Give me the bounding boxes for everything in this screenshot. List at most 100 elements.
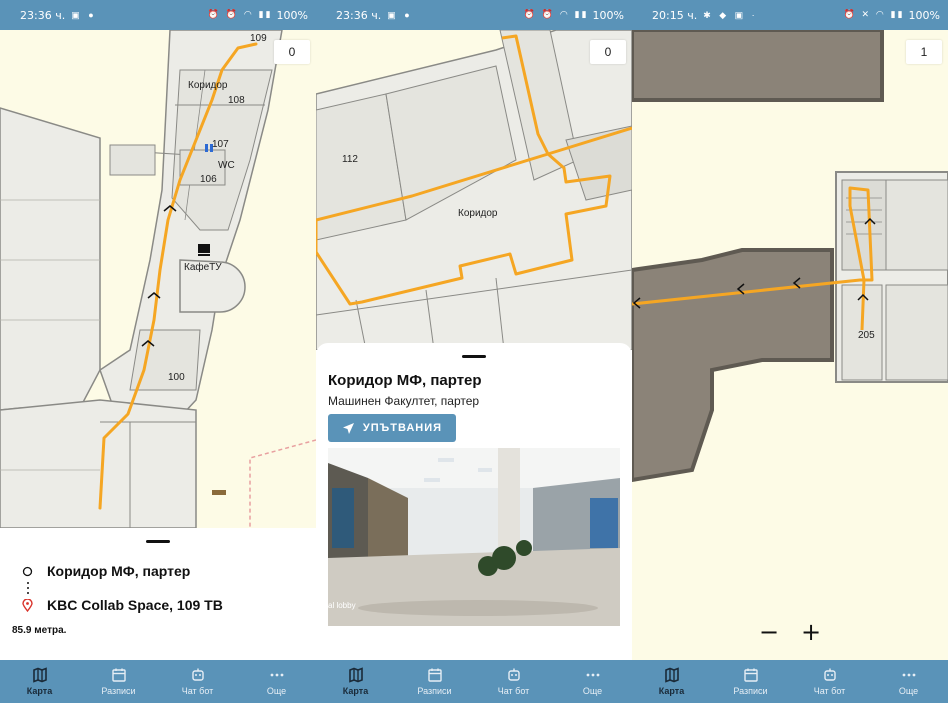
status-bar: 20:15 ч. ✱ ◆ ▣ · ⏰ ✕ ◠ ▮▮ 100% [632, 0, 948, 30]
more-icon [586, 673, 599, 677]
place-subtitle: Машинен Факултет, партер [328, 394, 480, 408]
nav-schedules[interactable]: Разписи [711, 660, 790, 703]
phone-screen-place: 23:36 ч. ▣ ● ⏰ ⏰ ◠ ▮▮ 100% 112 Коридор 0… [316, 0, 632, 703]
zoom-out-button[interactable]: − [755, 618, 783, 646]
room-label-corridor: Коридор [188, 80, 228, 91]
photo-caption: al lobby [328, 601, 356, 610]
nav-schedules-label: Разписи [101, 686, 136, 696]
nav-map[interactable]: Карта [0, 660, 79, 703]
room-label-100: 100 [168, 372, 185, 383]
room-label-108: 108 [228, 95, 245, 106]
battery-level: 100% [908, 8, 940, 22]
zoom-in-button[interactable]: + [797, 618, 825, 646]
map-icon [664, 667, 679, 683]
three-screenshot-collage: 23:36 ч. ▣ ● ⏰ ⏰ ◠ ▮▮ 100% 109 Коридор 1… [0, 0, 948, 703]
nav-chatbot[interactable]: Чат бот [158, 660, 237, 703]
floor-selector[interactable]: 1 [906, 40, 942, 64]
sheet-handle[interactable] [146, 540, 170, 543]
nav-chatbot-label: Чат бот [813, 686, 846, 696]
route-sheet[interactable]: Коридор МФ, партер KBC Collab Space, 109… [0, 528, 316, 660]
nav-chatbot[interactable]: Чат бот [790, 660, 869, 703]
sheet-handle[interactable] [462, 355, 486, 358]
nav-chatbot-label: Чат бот [497, 686, 530, 696]
room-label-wc: WC [218, 160, 235, 171]
place-photo[interactable]: al lobby [328, 448, 620, 626]
battery-level: 100% [276, 8, 308, 22]
directions-button[interactable]: УПЪТВАНИЯ [328, 414, 456, 442]
status-right: ⏰ ⏰ ◠ ▮▮ 100% [208, 9, 308, 22]
floor-plan: 109 103 Коридор 108 107 WC 106 КафеТУ 10… [0, 30, 316, 528]
indoor-map[interactable]: 112 Коридор [316, 30, 632, 350]
floor-plan: 112 Коридор [316, 30, 632, 350]
indoor-map[interactable]: 205 [632, 30, 948, 660]
room-label-cafe: КафеТУ [184, 261, 222, 273]
floor-selector[interactable]: 0 [590, 40, 626, 64]
battery-level: 100% [592, 8, 624, 22]
room-label-109: 109 [250, 33, 267, 44]
room-label-107: 107 [212, 139, 229, 150]
room-label-corridor: Коридор [458, 208, 498, 219]
nav-map[interactable]: Карта [632, 660, 711, 703]
nav-chatbot[interactable]: Чат бот [474, 660, 553, 703]
notification-icons: ▣ ● [387, 9, 413, 20]
route-origin[interactable]: Коридор МФ, партер [0, 563, 316, 579]
nav-map-label: Карта [658, 686, 685, 696]
room-label-103: 103 [190, 30, 207, 33]
nav-schedules[interactable]: Разписи [395, 660, 474, 703]
room-label-106: 106 [200, 174, 217, 185]
nav-chatbot-label: Чат бот [181, 686, 214, 696]
origin-circle-icon [22, 566, 33, 576]
nav-more-label: Още [898, 686, 919, 696]
nav-more-label: Още [266, 686, 287, 696]
notification-icons: ✱ ◆ ▣ · [703, 9, 758, 20]
status-bar: 23:36 ч. ▣ ● ⏰ ⏰ ◠ ▮▮ 100% [0, 0, 316, 30]
navigation-arrow-icon [342, 422, 354, 434]
bottom-nav: Карта Разписи Чат бот Още [632, 660, 948, 703]
bottom-nav: Карта Разписи Чат бот Още [316, 660, 632, 703]
bottom-nav: Карта Разписи Чат бот Още [0, 660, 316, 703]
nav-map[interactable]: Карта [316, 660, 395, 703]
nav-more[interactable]: Още [869, 660, 948, 703]
status-time: 23:36 ч. [336, 8, 382, 22]
robot-icon [191, 668, 204, 681]
route-distance: 85.9 метра. [12, 625, 67, 636]
indoor-map[interactable]: 109 103 Коридор 108 107 WC 106 КафеТУ 10… [0, 30, 316, 528]
phone-screen-route: 23:36 ч. ▣ ● ⏰ ⏰ ◠ ▮▮ 100% 109 Коридор 1… [0, 0, 316, 703]
nav-more[interactable]: Още [237, 660, 316, 703]
nav-more[interactable]: Още [553, 660, 632, 703]
route-origin-label: Коридор МФ, партер [47, 563, 191, 579]
location-pin-icon [22, 598, 33, 612]
route-dots [0, 579, 316, 597]
nav-schedules-label: Разписи [417, 686, 452, 696]
place-sheet[interactable]: Коридор МФ, партер Машинен Факултет, пар… [316, 343, 632, 660]
calendar-icon [743, 668, 758, 682]
nav-map-label: Карта [342, 686, 369, 696]
route-destination-label: KBC Collab Space, 109 TB [47, 597, 223, 613]
robot-icon [823, 668, 836, 681]
directions-label: УПЪТВАНИЯ [362, 422, 443, 434]
room-label-112: 112 [342, 154, 358, 165]
status-bar: 23:36 ч. ▣ ● ⏰ ⏰ ◠ ▮▮ 100% [316, 0, 632, 30]
calendar-icon [111, 668, 126, 682]
system-icons: ⏰ ⏰ ◠ ▮▮ [523, 10, 589, 20]
route-destination[interactable]: KBC Collab Space, 109 TB [0, 597, 316, 613]
floor-selector[interactable]: 0 [274, 40, 310, 64]
notification-icons: ▣ ● [71, 9, 97, 20]
corridor-panorama-image: al lobby [328, 448, 620, 626]
map-icon [348, 667, 363, 683]
floor-plan: 205 [632, 30, 948, 483]
calendar-icon [427, 668, 442, 682]
system-icons: ⏰ ⏰ ◠ ▮▮ [207, 10, 273, 20]
status-time: 20:15 ч. [652, 8, 698, 22]
more-icon [902, 673, 915, 677]
room-label-205: 205 [858, 330, 875, 341]
status-right: ⏰ ⏰ ◠ ▮▮ 100% [524, 9, 624, 22]
nav-schedules[interactable]: Разписи [79, 660, 158, 703]
place-title: Коридор МФ, партер [328, 372, 482, 389]
status-time: 23:36 ч. [20, 8, 66, 22]
robot-icon [507, 668, 520, 681]
map-icon [32, 667, 47, 683]
nav-more-label: Още [582, 686, 603, 696]
nav-map-label: Карта [26, 686, 53, 696]
nav-schedules-label: Разписи [733, 686, 768, 696]
